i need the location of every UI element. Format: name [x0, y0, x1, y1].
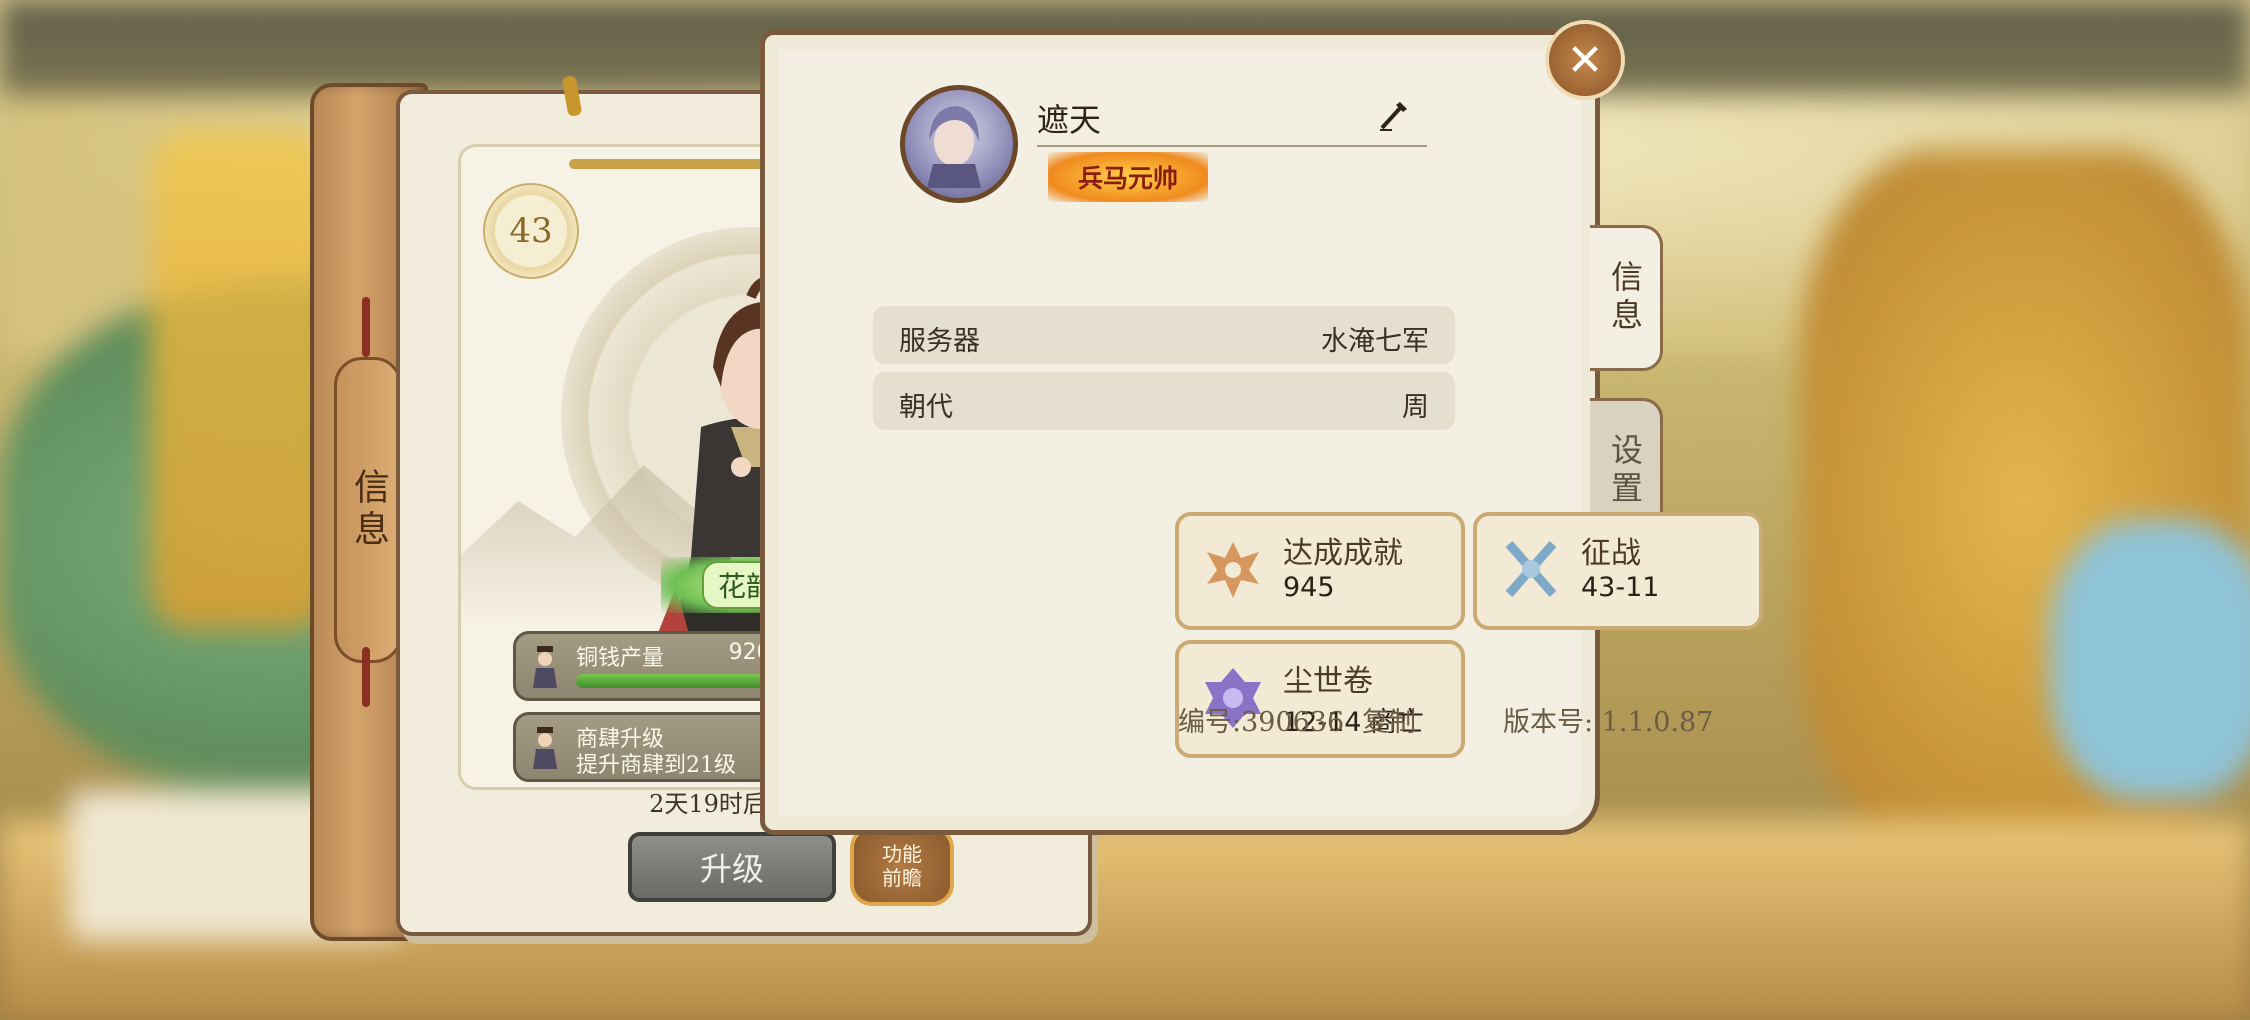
stat-value: 945 [1283, 572, 1335, 603]
player-rank: 兵马元帅 [1077, 164, 1178, 193]
tab-info[interactable]: 信息 [1590, 225, 1663, 371]
info-value: 周 [1402, 392, 1429, 423]
stat-title: 征战 [1581, 536, 1641, 571]
avatar-portrait [927, 106, 981, 188]
spine-knob-top [362, 297, 370, 357]
info-row-server: 服务器 水淹七军 [873, 306, 1455, 364]
task-sublabel: 提升商肆到21级 [576, 753, 736, 778]
close-icon: ✕ [1566, 34, 1604, 86]
stat-title: 尘世卷 [1283, 664, 1373, 699]
tab-label: 信息 [1606, 260, 1644, 336]
info-key: 服务器 [899, 326, 980, 357]
page-hanger-left [561, 75, 583, 117]
stat-card-achievements[interactable]: 达成成就 945 [1175, 512, 1465, 630]
stat-card-campaign[interactable]: 征战 43-11 [1473, 512, 1763, 630]
feature-preview-button[interactable]: 功能 前瞻 [850, 826, 954, 906]
edit-brush-icon[interactable] [1376, 98, 1410, 132]
player-name-underline [1037, 145, 1427, 147]
spine-tab-info[interactable]: 信息 [334, 357, 402, 663]
stat-title: 达成成就 [1283, 536, 1403, 571]
upgrade-button[interactable]: 升级 [628, 832, 836, 902]
background-water [2050, 520, 2250, 800]
official-portrait-icon [533, 727, 557, 769]
spine-tab-label: 信息 [348, 468, 389, 552]
info-value: 水淹七军 [1321, 326, 1429, 357]
phoenix-icon [1207, 542, 1259, 598]
background-title-banner [150, 130, 330, 630]
crossed-swords-icon [1505, 541, 1557, 597]
official-portrait-icon [533, 646, 557, 688]
stat-value: 43-11 [1581, 572, 1660, 603]
info-key: 朝代 [899, 392, 953, 423]
stat-card-chronicle[interactable]: 尘世卷 12-14 商亡 [1175, 640, 1465, 758]
player-name: 遮天 [1037, 101, 1102, 139]
close-button[interactable]: ✕ [1545, 20, 1625, 100]
feature-preview-label: 功能 前瞻 [882, 842, 922, 890]
copy-id-button[interactable]: 复制 [1362, 700, 1416, 739]
task-label: 铜钱产量 [576, 646, 665, 671]
spine-knob-bottom [362, 647, 370, 707]
tab-label: 设置 [1606, 433, 1644, 509]
info-row-dynasty: 朝代 周 [873, 372, 1455, 430]
version-number: 版本号: 1.1.0.87 [1503, 707, 1714, 738]
player-avatar[interactable] [900, 85, 1018, 203]
character-level-badge: 43 [483, 183, 579, 279]
player-id: 编号:390636 [1178, 707, 1345, 738]
player-rank-badge: 兵马元帅 [1048, 152, 1208, 202]
